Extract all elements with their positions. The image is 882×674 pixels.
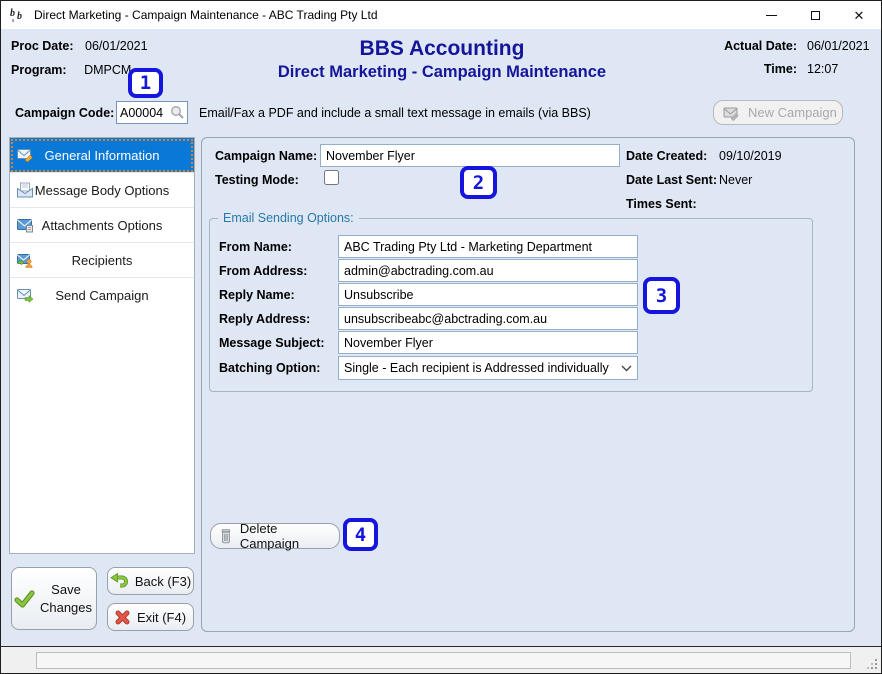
- envelope-send-icon: [17, 287, 34, 303]
- from-address-input[interactable]: [338, 259, 638, 282]
- email-sending-options-title: Email Sending Options:: [218, 211, 359, 225]
- date-last-sent-value: Never: [719, 173, 752, 187]
- date-last-sent-label: Date Last Sent:: [626, 173, 717, 187]
- sidebar-item-label: General Information: [45, 148, 160, 163]
- envelope-letter-icon: [17, 182, 34, 198]
- batching-option-label: Batching Option:: [219, 361, 320, 375]
- status-message-panel: [36, 652, 851, 669]
- annotation-marker-2: 2: [460, 166, 497, 199]
- date-created-label: Date Created:: [626, 149, 707, 163]
- general-information-panel: Campaign Name: Testing Mode: Date Create…: [201, 137, 855, 632]
- annotation-marker-3: 3: [643, 277, 680, 314]
- envelope-attachment-icon: [17, 217, 34, 233]
- exit-button[interactable]: Exit (F4): [107, 603, 194, 631]
- actual-date-label: Actual Date:: [724, 39, 797, 53]
- campaign-code-field: [116, 101, 188, 124]
- envelope-edit-icon: [17, 147, 34, 163]
- sidebar-item-general-information[interactable]: General Information: [10, 138, 194, 173]
- close-button[interactable]: ✕: [837, 1, 881, 29]
- app-title: BBS Accounting: [242, 37, 642, 61]
- new-campaign-label: New Campaign: [748, 105, 837, 120]
- campaign-code-label: Campaign Code:: [15, 106, 114, 120]
- time-value: 12:07: [797, 62, 869, 76]
- from-name-input[interactable]: [338, 235, 638, 258]
- actual-date-value: 06/01/2021: [797, 39, 869, 53]
- delete-campaign-label: Delete Campaign: [240, 521, 339, 551]
- batching-option-select[interactable]: Single - Each recipient is Addressed ind…: [338, 356, 638, 380]
- campaign-name-input[interactable]: [320, 144, 620, 167]
- times-sent-label: Times Sent:: [626, 197, 697, 211]
- from-address-label: From Address:: [219, 264, 307, 278]
- status-bar: [1, 646, 881, 673]
- campaign-description: Email/Fax a PDF and include a small text…: [199, 106, 591, 120]
- from-name-label: From Name:: [219, 240, 292, 254]
- window-controls: ✕: [749, 1, 881, 29]
- delete-campaign-button[interactable]: Delete Campaign: [210, 523, 340, 549]
- date-created-value: 09/10/2019: [719, 149, 782, 163]
- message-subject-input[interactable]: [338, 331, 638, 354]
- red-x-icon: [115, 610, 130, 625]
- proc-date-value: 06/01/2021: [85, 39, 148, 53]
- reply-name-input[interactable]: [338, 283, 638, 306]
- program-row: Program: DMPCM: [11, 63, 131, 77]
- annotation-marker-1: 1: [128, 68, 163, 98]
- save-changes-button[interactable]: Save Changes: [11, 567, 97, 630]
- save-changes-label: Save Changes: [38, 581, 94, 616]
- svg-text:b: b: [17, 11, 22, 22]
- program-value: DMPCM: [84, 63, 131, 77]
- maximize-icon: [811, 11, 820, 20]
- app-window: b s b Direct Marketing - Campaign Mainte…: [0, 0, 882, 674]
- testing-mode-label: Testing Mode:: [215, 173, 299, 187]
- exit-label: Exit (F4): [137, 610, 186, 625]
- envelope-edit-gray-icon: [723, 105, 740, 121]
- back-label: Back (F3): [135, 574, 191, 589]
- app-subtitle: Direct Marketing - Campaign Maintenance: [242, 63, 642, 82]
- sidebar-nav: General Information Message Body Options…: [9, 137, 195, 554]
- proc-date-label: Proc Date:: [11, 39, 74, 53]
- time-label: Time:: [724, 62, 797, 76]
- proc-date-row: Proc Date: 06/01/2021: [11, 39, 148, 53]
- sidebar-item-attachments-options[interactable]: Attachments Options: [10, 208, 194, 243]
- program-label: Program:: [11, 63, 67, 77]
- maximize-button[interactable]: [793, 1, 837, 29]
- trash-icon: [219, 528, 233, 544]
- sidebar-item-label: Message Body Options: [35, 183, 169, 198]
- email-sending-options-group: Email Sending Options: From Name: From A…: [209, 218, 813, 392]
- back-button[interactable]: Back (F3): [107, 567, 194, 595]
- sidebar-item-label: Send Campaign: [55, 288, 148, 303]
- campaign-code-input[interactable]: [120, 102, 168, 123]
- reply-address-input[interactable]: [338, 307, 638, 330]
- bbs-logo-icon: b s b: [9, 6, 27, 24]
- sidebar-item-send-campaign[interactable]: Send Campaign: [10, 278, 194, 313]
- reply-address-label: Reply Address:: [219, 312, 310, 326]
- sidebar-item-recipients[interactable]: Recipients: [10, 243, 194, 278]
- green-check-icon: [14, 589, 36, 609]
- window-title: Direct Marketing - Campaign Maintenance …: [34, 8, 378, 22]
- new-campaign-button[interactable]: New Campaign: [713, 100, 843, 125]
- testing-mode-checkbox[interactable]: [324, 170, 339, 185]
- search-lookup-icon[interactable]: [170, 105, 185, 120]
- campaign-name-label: Campaign Name:: [215, 149, 317, 163]
- resize-grip[interactable]: [866, 658, 878, 670]
- sidebar-item-message-body-options[interactable]: Message Body Options: [10, 173, 194, 208]
- back-arrow-icon: [110, 573, 128, 589]
- annotation-marker-4: 4: [343, 518, 378, 551]
- batching-option-value: Single - Each recipient is Addressed ind…: [344, 361, 617, 375]
- reply-name-label: Reply Name:: [219, 288, 295, 302]
- minimize-icon: [766, 15, 777, 16]
- chevron-down-icon: [621, 365, 632, 372]
- sidebar-item-label: Attachments Options: [42, 218, 163, 233]
- sidebar-item-label: Recipients: [72, 253, 133, 268]
- close-icon: ✕: [854, 9, 865, 22]
- date-time-block: Actual Date: 06/01/2021 Time: 12:07: [724, 39, 869, 76]
- titlebar: b s b Direct Marketing - Campaign Mainte…: [1, 1, 881, 29]
- minimize-button[interactable]: [749, 1, 793, 29]
- envelope-person-icon: [17, 252, 34, 268]
- message-subject-label: Message Subject:: [219, 336, 325, 350]
